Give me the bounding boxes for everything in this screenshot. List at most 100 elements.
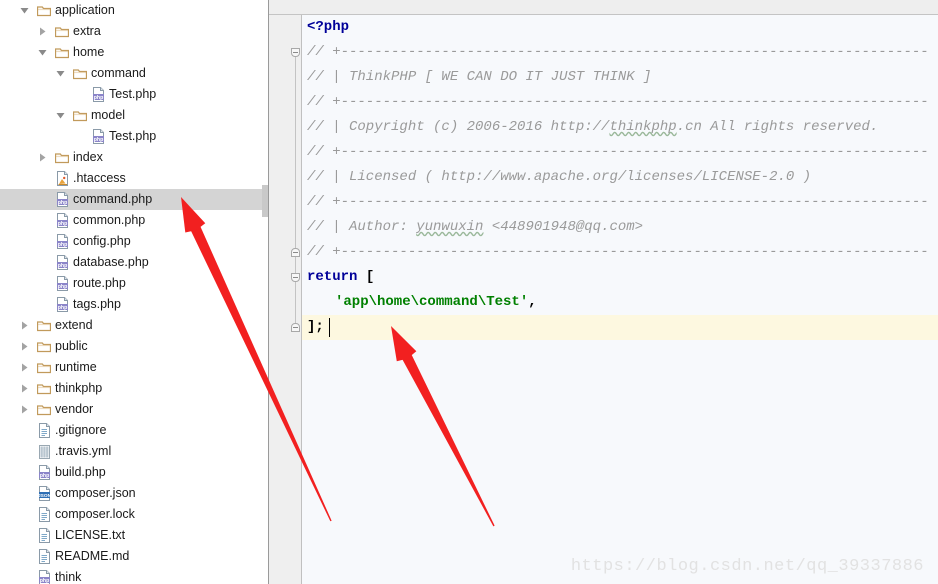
chevron-down-icon[interactable]: [54, 63, 66, 84]
svg-text:php: php: [57, 263, 67, 269]
tree-node-label: .htaccess: [73, 171, 126, 185]
code-token: 'app\home\command\Test': [335, 294, 529, 310]
tree-node-build-php[interactable]: php build.php: [0, 462, 268, 483]
tree-node-label: model: [91, 108, 126, 122]
chevron-right-icon[interactable]: [18, 378, 30, 399]
tree-node-common-php[interactable]: php common.php: [0, 210, 268, 231]
folder-icon: [54, 42, 70, 63]
code-line[interactable]: // | Author: yunwuxin <448901948@qq.com>: [302, 215, 643, 240]
tree-node-think[interactable]: php think: [0, 567, 268, 584]
tree-node-license-txt[interactable]: LICENSE.txt: [0, 525, 268, 546]
code-token: ,: [528, 294, 537, 310]
tree-scrollbar-thumb[interactable]: [262, 185, 268, 217]
tree-node-label: extend: [55, 318, 93, 332]
tree-node-application[interactable]: application: [0, 0, 268, 21]
chevron-right-icon[interactable]: [18, 357, 30, 378]
code-line[interactable]: // | Licensed ( http://www.apache.org/li…: [302, 165, 811, 190]
tree-node-composer-json[interactable]: JSON composer.json: [0, 483, 268, 504]
tree-node-config-php[interactable]: php config.php: [0, 231, 268, 252]
fold-end-icon[interactable]: [291, 248, 300, 257]
editor-gutter[interactable]: [269, 15, 302, 584]
code-line[interactable]: 'app\home\command\Test',: [302, 290, 537, 315]
code-token: yunwuxin: [416, 219, 484, 235]
chevron-right-icon[interactable]: [18, 336, 30, 357]
svg-text:php: php: [93, 137, 103, 143]
tree-node-label: runtime: [55, 360, 97, 374]
svg-text:php: php: [57, 221, 67, 227]
code-text-area[interactable]: <?php // +-------------------------------…: [302, 15, 938, 584]
chevron-right-icon[interactable]: [36, 147, 48, 168]
tree-node-runtime[interactable]: runtime: [0, 357, 268, 378]
chevron-down-icon[interactable]: [36, 42, 48, 63]
tree-node-label: route.php: [73, 276, 126, 290]
php-file-icon: php: [36, 462, 52, 483]
tree-node-command-php[interactable]: php command.php: [0, 189, 268, 210]
tree-node-extend[interactable]: extend: [0, 315, 268, 336]
chevron-down-icon[interactable]: [18, 0, 30, 21]
code-line[interactable]: // +------------------------------------…: [302, 240, 929, 265]
code-line[interactable]: return [: [302, 265, 374, 290]
code-line[interactable]: // +------------------------------------…: [302, 90, 929, 115]
tree-node-readme-md[interactable]: README.md: [0, 546, 268, 567]
code-line[interactable]: // +------------------------------------…: [302, 140, 929, 165]
chevron-right-icon[interactable]: [18, 399, 30, 420]
tree-node-label: extra: [73, 24, 101, 38]
folder-icon: [36, 399, 52, 420]
editor-pane[interactable]: <?php // +-------------------------------…: [269, 0, 938, 584]
tree-node-htaccess[interactable]: .htaccess: [0, 168, 268, 189]
folder-icon: [54, 21, 70, 42]
tree-node-label: think: [55, 570, 82, 584]
tree-node-public[interactable]: public: [0, 336, 268, 357]
php-file-icon: php: [54, 294, 70, 315]
svg-text:php: php: [57, 284, 67, 290]
code-line[interactable]: // | ThinkPHP [ WE CAN DO IT JUST THINK …: [302, 65, 651, 90]
fold-end-icon[interactable]: [291, 323, 300, 332]
code-line[interactable]: // | Copyright (c) 2006-2016 http://thin…: [302, 115, 878, 140]
code-token: <?php: [307, 19, 350, 35]
chevron-down-icon[interactable]: [54, 105, 66, 126]
tree-node-gitignore[interactable]: .gitignore: [0, 420, 268, 441]
tree-node-vendor[interactable]: vendor: [0, 399, 268, 420]
tree-node-label: public: [55, 339, 88, 353]
tree-node-thinkphp[interactable]: thinkphp: [0, 378, 268, 399]
tree-node-label: index: [73, 150, 103, 164]
tree-node-label: common.php: [73, 213, 146, 227]
tree-node-model[interactable]: model: [0, 105, 268, 126]
tree-node-index[interactable]: index: [0, 147, 268, 168]
editor-topbar: [269, 0, 938, 15]
php-file-icon: php: [54, 273, 70, 294]
svg-text:php: php: [57, 305, 67, 311]
tree-node-route-php[interactable]: php route.php: [0, 273, 268, 294]
tree-node-travis-yml[interactable]: .travis.yml: [0, 441, 268, 462]
htaccess-file-icon: [54, 168, 70, 189]
php-file-icon: php: [54, 189, 70, 210]
tree-node-tags-php[interactable]: php tags.php: [0, 294, 268, 315]
fold-collapse-icon[interactable]: [291, 48, 300, 57]
tree-node-label: vendor: [55, 402, 94, 416]
tree-node-extra[interactable]: extra: [0, 21, 268, 42]
tree-node-database-php[interactable]: php database.php: [0, 252, 268, 273]
folder-icon: [36, 0, 52, 21]
text-caret: [329, 318, 330, 337]
tree-node-composer-lock[interactable]: composer.lock: [0, 504, 268, 525]
text-file-icon: [36, 420, 52, 441]
tree-node-test-php[interactable]: php Test.php: [0, 84, 268, 105]
tree-node-label: application: [55, 3, 115, 17]
fold-collapse-icon[interactable]: [291, 273, 300, 282]
tree-node-test-php[interactable]: php Test.php: [0, 126, 268, 147]
chevron-right-icon[interactable]: [36, 21, 48, 42]
tree-node-home[interactable]: home: [0, 42, 268, 63]
tree-node-label: config.php: [73, 234, 131, 248]
tree-node-label: .gitignore: [55, 423, 107, 437]
code-line[interactable]: <?php: [302, 15, 349, 40]
tree-node-command[interactable]: command: [0, 63, 268, 84]
text-file-icon: [36, 525, 52, 546]
code-line[interactable]: // +------------------------------------…: [302, 40, 929, 65]
code-line[interactable]: ];: [302, 315, 938, 340]
project-tool-window[interactable]: application extra home command php Test.php mo…: [0, 0, 268, 584]
svg-text:php: php: [39, 578, 49, 584]
chevron-right-icon[interactable]: [18, 315, 30, 336]
watermark-text: https://blog.csdn.net/qq_39337886: [570, 557, 924, 576]
code-token: // +------------------------------------…: [307, 94, 929, 110]
code-line[interactable]: // +------------------------------------…: [302, 190, 929, 215]
